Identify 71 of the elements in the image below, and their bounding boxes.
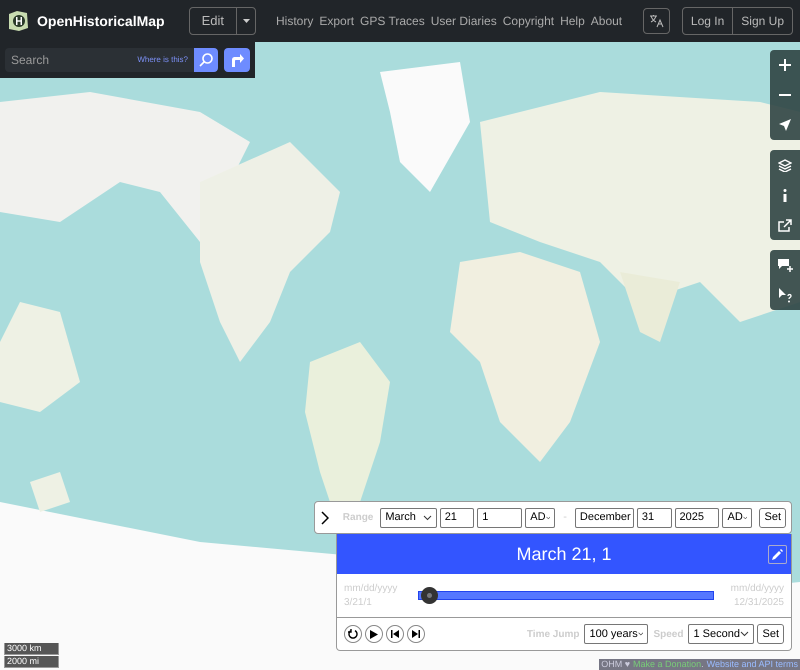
reset-button[interactable]: [344, 625, 362, 643]
info-icon: [783, 188, 787, 202]
chevron-icon: [638, 631, 644, 637]
location-arrow-icon: [779, 119, 791, 131]
chevron-icon: [422, 514, 432, 520]
brand-name: OpenHistoricalMap: [37, 12, 165, 31]
time-slider[interactable]: [418, 587, 714, 604]
era-select[interactable]: AD: [525, 508, 556, 528]
step-forward-button[interactable]: [407, 625, 425, 643]
query-features-button[interactable]: [770, 280, 800, 310]
plus-icon: [779, 59, 791, 71]
nav-link[interactable]: Help: [560, 12, 585, 30]
range-separator: -: [563, 510, 567, 526]
era-select[interactable]: AD: [722, 508, 752, 528]
attribution-text: OHM ♥: [601, 659, 630, 670]
translate-icon: [648, 14, 664, 28]
cursor-question-icon: [778, 288, 792, 302]
time-jump-select[interactable]: 100 years: [584, 624, 648, 644]
separator-text: .: [701, 659, 704, 670]
directions-button[interactable]: [224, 48, 250, 72]
layers-button[interactable]: [770, 150, 800, 180]
directions-icon: [229, 53, 245, 67]
locate-button[interactable]: [770, 110, 800, 140]
set-speed-button[interactable]: Set: [757, 624, 784, 644]
nav-link[interactable]: Export: [319, 12, 354, 30]
nav-link[interactable]: Copyright: [502, 12, 554, 30]
month-select[interactable]: March: [380, 508, 437, 528]
input-field[interactable]: 2025: [674, 508, 720, 528]
logo-icon: [7, 10, 29, 32]
minus-icon: [779, 94, 791, 96]
play-icon: [370, 630, 378, 638]
search-button[interactable]: [194, 48, 218, 72]
slider-thumb[interactable]: [420, 587, 438, 604]
share-icon: [778, 218, 792, 232]
nav-link[interactable]: About: [590, 12, 622, 30]
input-field[interactable]: 1: [477, 508, 522, 528]
input-field[interactable]: 21: [440, 508, 474, 528]
add-note-button[interactable]: [770, 250, 800, 280]
speed-select[interactable]: 1 Second: [688, 624, 754, 644]
caret-icon: [242, 19, 250, 23]
chevron-icon: [742, 514, 748, 520]
edit-date-button[interactable]: [768, 544, 787, 564]
zoom-in-button[interactable]: [770, 50, 800, 80]
month-select[interactable]: December: [574, 508, 634, 528]
account-button[interactable]: Log In: [682, 8, 732, 34]
input-field[interactable]: 31: [636, 508, 672, 528]
reset-icon: [348, 629, 358, 639]
search-icon: [198, 52, 214, 68]
pencil-icon: [772, 548, 783, 560]
layers-icon: [778, 158, 792, 172]
nav-link[interactable]: GPS Traces: [360, 12, 425, 30]
where-is-this-link[interactable]: Where is this?: [137, 54, 188, 66]
chevron-icon: [546, 514, 550, 520]
comment-plus-icon: [778, 258, 792, 272]
nav-link[interactable]: History: [276, 12, 314, 30]
play-button[interactable]: [365, 625, 383, 643]
step-back-icon: [391, 630, 399, 638]
language-button[interactable]: [642, 8, 670, 34]
chevron-right-icon: [321, 510, 330, 524]
step-forward-icon: [412, 630, 420, 638]
scale-bar: 2000 mi: [4, 656, 59, 668]
set-range-button[interactable]: Set: [759, 508, 786, 528]
zoom-out-button[interactable]: [770, 80, 800, 110]
step-back-button[interactable]: [386, 625, 404, 643]
scale-bar: 3000 km: [4, 643, 59, 655]
share-button[interactable]: [770, 210, 800, 240]
search-field[interactable]: Search Where is this?: [5, 48, 194, 72]
nav-link[interactable]: User Diaries: [430, 12, 497, 30]
current-date: March 21, 1: [516, 542, 612, 566]
account-button[interactable]: Sign Up: [732, 8, 792, 34]
chevron-icon: [740, 631, 750, 637]
